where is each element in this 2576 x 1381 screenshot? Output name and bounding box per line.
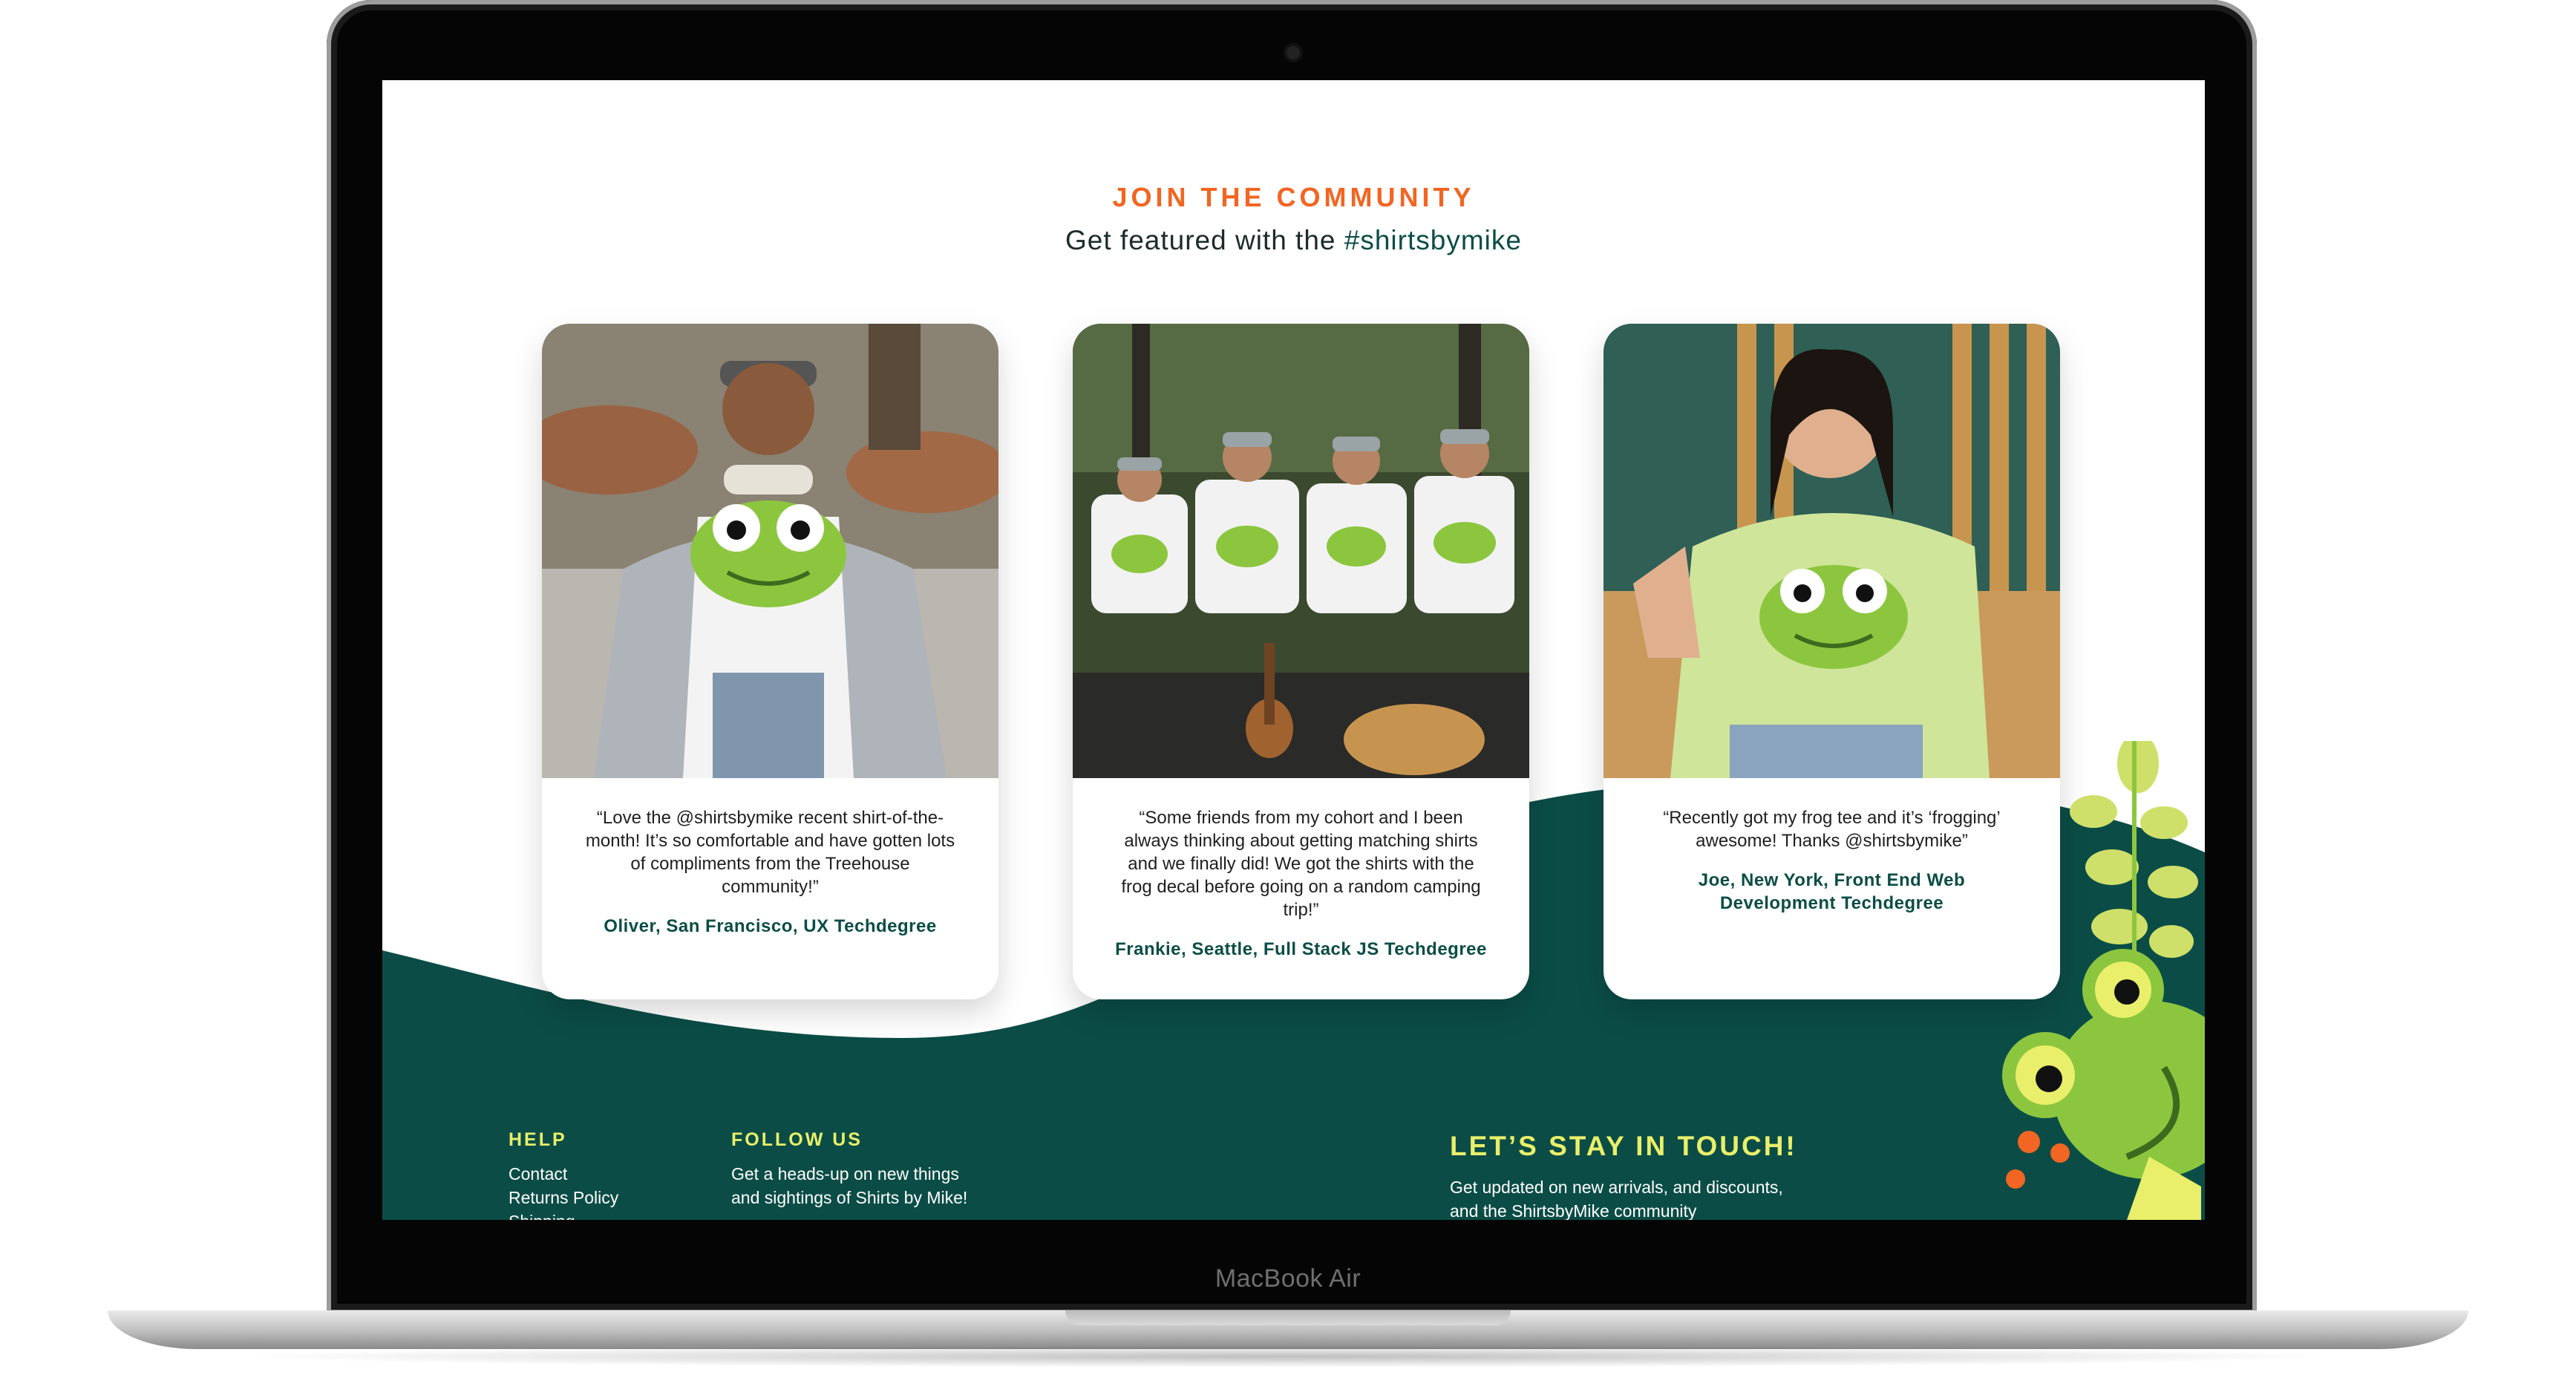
testimonial-quote: “Recently got my frog tee and it’s ‘frog… (1663, 808, 2001, 851)
browser-viewport[interactable]: JOIN THE COMMUNITY Get featured with the… (382, 80, 2205, 1220)
testimonial-quote: “Some friends from my cohort and I been … (1121, 808, 1481, 920)
laptop-hinge-notch (1065, 1310, 1511, 1325)
testimonial-author: Joe, New York, Front End Web Development… (1698, 870, 1966, 913)
frog-decal-icon (690, 500, 846, 607)
footer-touch-line: Get updated on new arrivals, and discoun… (1450, 1178, 1783, 1197)
footer-follow-line: Get a heads-up on new things (731, 1164, 959, 1184)
laptop-shadow (223, 1345, 2353, 1368)
section-title: Get featured with the #shirtsbymike (382, 225, 2205, 256)
testimonial-body: “Love the @shirtsbymike recent shirt-of-… (583, 806, 958, 938)
testimonial-author: Oliver, San Francisco, UX Techdegree (604, 916, 937, 936)
section-title-text: Get featured with the (1065, 225, 1344, 255)
testimonial-photo-joe (1604, 324, 2060, 778)
testimonial-card: “Some friends from my cohort and I been … (1073, 324, 1529, 999)
footer-touch-text: Get updated on new arrivals, and discoun… (1450, 1175, 1783, 1220)
webcam-icon (1287, 46, 1300, 59)
section-eyebrow: JOIN THE COMMUNITY (1112, 182, 1475, 212)
testimonial-quote: “Love the @shirtsbymike recent shirt-of-… (585, 808, 955, 897)
frog-mascot-icon (2002, 741, 2205, 1220)
testimonial-body: “Recently got my frog tee and it’s ‘frog… (1644, 806, 2019, 915)
footer-touch-heading: LET’S STAY IN TOUCH! (1450, 1131, 1797, 1161)
hashtag-link[interactable]: #shirtsbymike (1344, 225, 1522, 255)
footer-link-returns-policy[interactable]: Returns Policy (509, 1186, 618, 1209)
footer-follow-heading: FOLLOW US (731, 1129, 863, 1150)
testimonial-body: “Some friends from my cohort and I been … (1114, 806, 1488, 961)
testimonial-author: Frankie, Seattle, Full Stack JS Techdegr… (1115, 939, 1487, 959)
device-brand-label: MacBook Air (1215, 1264, 1361, 1293)
testimonial-card: “Love the @shirtsbymike recent shirt-of-… (542, 324, 998, 999)
footer-touch-line: and the ShirtsbyMike community (1450, 1201, 1697, 1220)
footer-link-contact[interactable]: Contact (509, 1162, 618, 1186)
footer-link-shipping[interactable]: Shipping (509, 1209, 618, 1220)
footer-help-links: Contact Returns Policy Shipping (509, 1162, 618, 1220)
testimonial-photo-frankie (1073, 324, 1529, 778)
footer-help-heading: HELP (509, 1129, 567, 1150)
testimonial-photo-oliver (542, 324, 998, 778)
footer-follow-text: Get a heads-up on new things and sightin… (731, 1162, 967, 1209)
footer-follow-line: and sightings of Shirts by Mike! (731, 1188, 968, 1207)
frog-decal-icon (1759, 565, 1908, 669)
